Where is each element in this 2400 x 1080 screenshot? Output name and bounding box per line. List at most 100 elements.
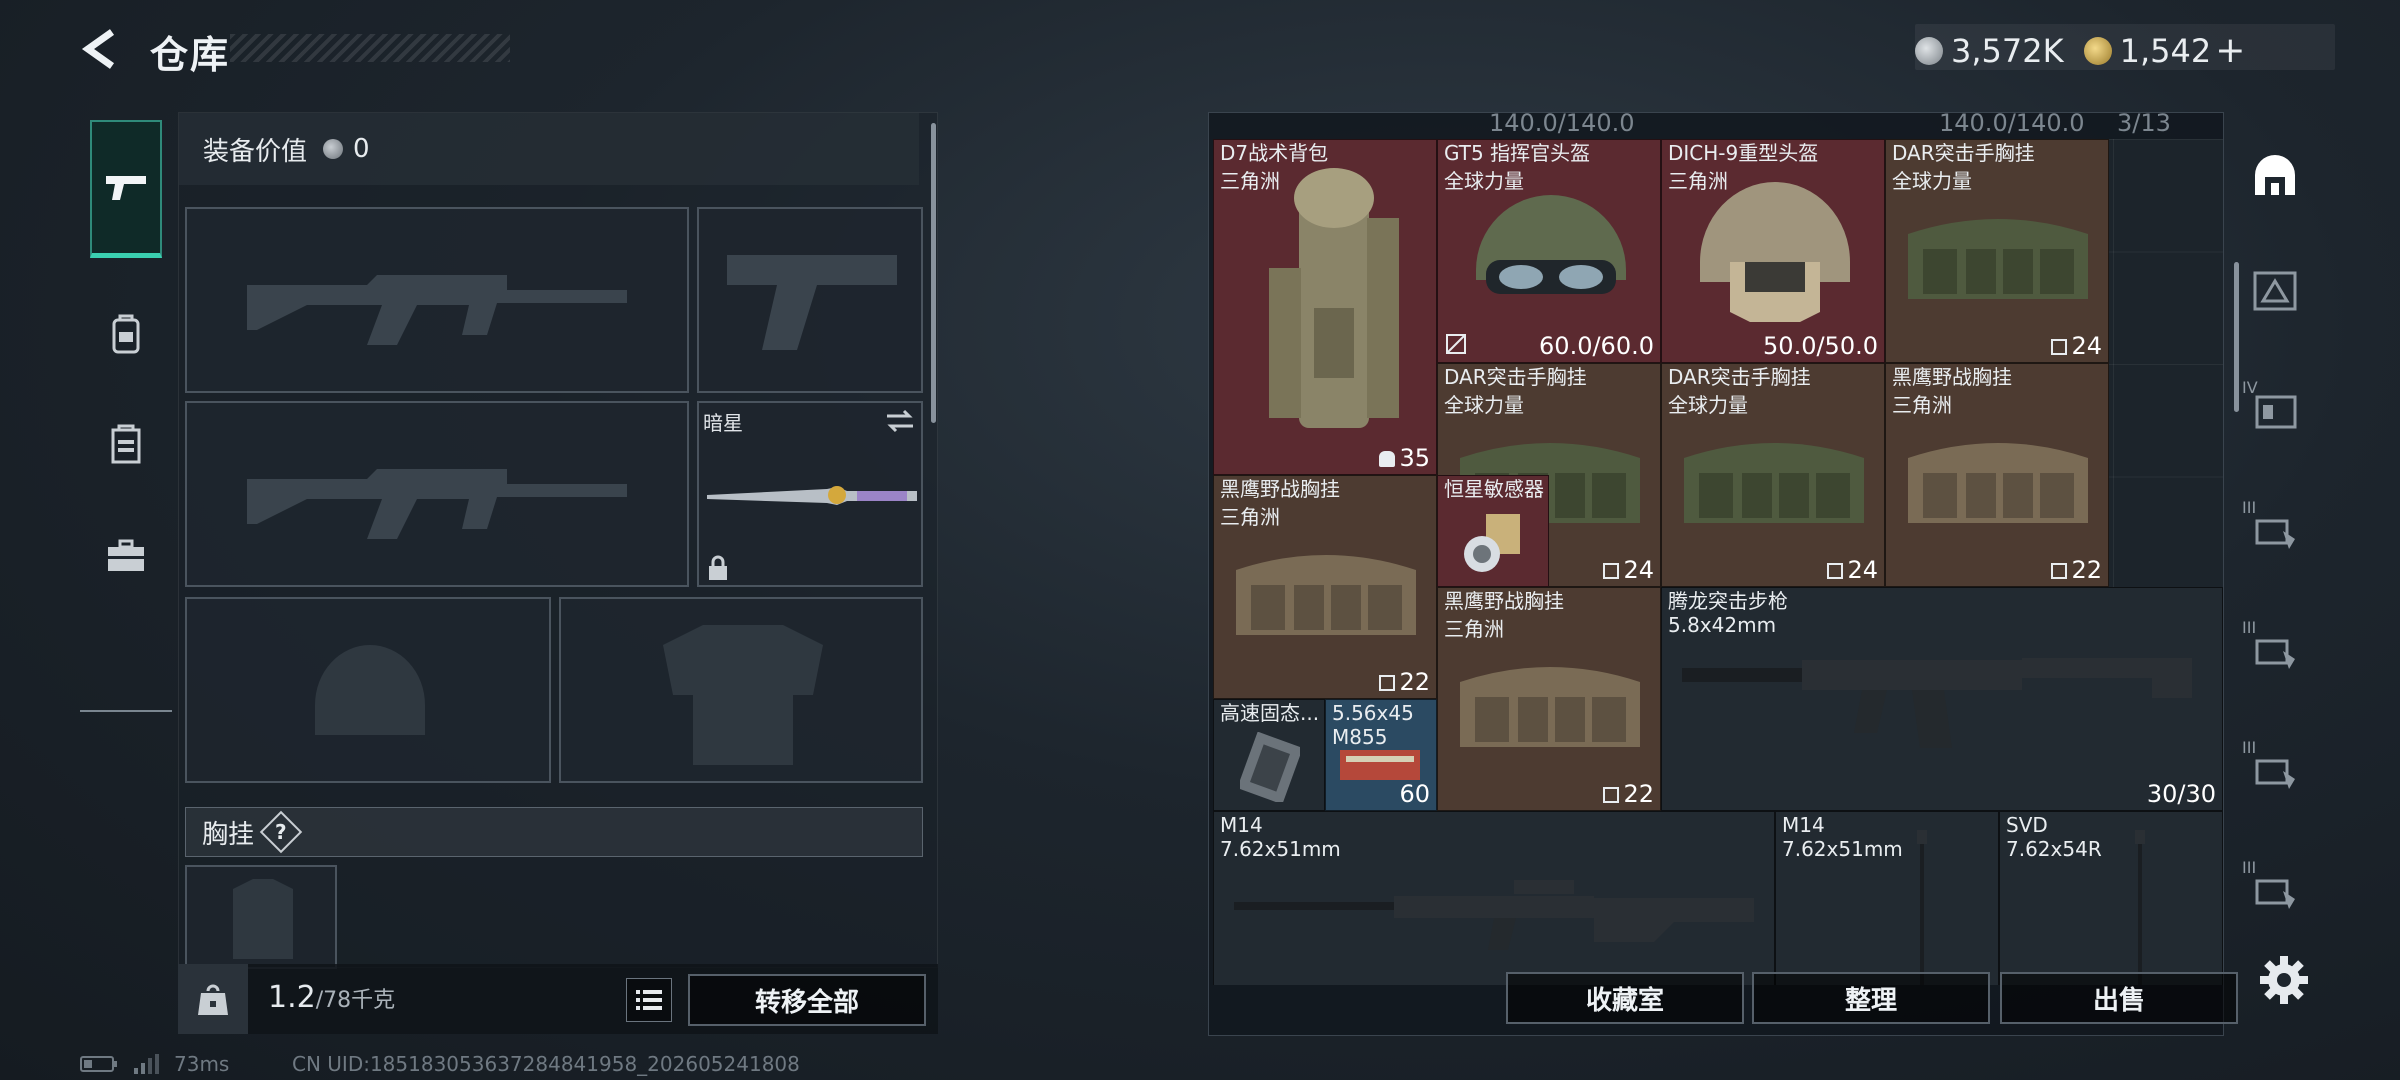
grid-header: 140.0/140.0 140.0/140.0 3/13 — [1209, 109, 2225, 139]
settings-button[interactable] — [2256, 952, 2312, 1008]
melee-slot[interactable]: 暗星 — [697, 401, 923, 587]
item-ammo-count: 30/30 — [2146, 780, 2216, 808]
help-button[interactable]: ? — [259, 810, 303, 854]
capacity-icon — [2051, 563, 2068, 579]
help-icon: ? — [275, 819, 287, 844]
filter-tab-tier[interactable] — [2242, 258, 2308, 324]
filter-tab-tier[interactable]: III — [2242, 618, 2308, 684]
item-name: 黑鹰野战胸挂 — [1220, 477, 1340, 501]
collection-room-button[interactable]: 收藏室 — [1506, 972, 1744, 1024]
body-armor-slot[interactable] — [559, 597, 923, 783]
battery-icon — [80, 1056, 117, 1072]
chest-rig-slot[interactable] — [185, 865, 337, 969]
item-count: 22 — [2051, 556, 2102, 584]
grid-item[interactable]: 黑鹰野战胸挂 三角洲 22 — [1213, 475, 1437, 699]
item-subtitle: 全球力量 — [1892, 169, 1972, 193]
sort-button[interactable]: 整理 — [1752, 972, 1990, 1024]
back-button[interactable] — [78, 26, 124, 72]
currency-bar: 3,572K 1,542 + — [1915, 24, 2335, 71]
filter-tab-tier[interactable]: III — [2242, 738, 2308, 804]
item-subtitle: 全球力量 — [1444, 393, 1524, 417]
primary-weapon-slot-1[interactable] — [185, 207, 689, 393]
equipment-value-label: 装备价值 — [203, 136, 308, 167]
grid-item[interactable]: 恒星敏感器 — [1437, 475, 1549, 587]
melee-weapon-name: 暗星 — [703, 411, 743, 435]
item-count: 24 — [2051, 332, 2102, 360]
item-count: 22 — [1603, 780, 1654, 808]
grid-item[interactable]: 5.56x45 M855 60 — [1325, 699, 1437, 811]
title-decoration — [230, 34, 510, 62]
pistol-silhouette-icon — [727, 255, 897, 350]
filter-tab-tier[interactable]: III — [2242, 498, 2308, 564]
knife-icon — [707, 486, 917, 505]
chest-rig-icon — [1684, 443, 1864, 523]
chest-rig-icon — [1908, 443, 2088, 523]
rifle-icon — [1234, 880, 1754, 950]
item-durability: 50.0/50.0 — [1763, 332, 1878, 360]
sidearm-slot[interactable] — [697, 207, 923, 393]
chest-rig-silhouette-icon — [233, 879, 293, 959]
capacity-icon — [1603, 563, 1620, 579]
grid-item[interactable]: D7战术背包 三角洲 35 — [1213, 139, 1437, 475]
chevron-left-icon — [81, 29, 115, 69]
sell-button[interactable]: 出售 — [2000, 972, 2238, 1024]
item-subtitle: 三角洲 — [1220, 505, 1280, 529]
grid-item[interactable]: 黑鹰野战胸挂 三角洲 22 — [1437, 587, 1661, 811]
grid-item[interactable]: M14 7.62x51mm — [1213, 811, 1775, 985]
item-subtitle: 三角洲 — [1892, 393, 1952, 417]
nav-tab-weapons[interactable] — [90, 120, 162, 258]
chest-rig-icon — [1908, 219, 2088, 299]
grid-item[interactable]: SVD 7.62x54R — [1999, 811, 2223, 985]
grid-item[interactable]: M14 7.62x51mm — [1775, 811, 1999, 985]
item-name: DAR突击手胸挂 — [1668, 365, 1811, 389]
chest-rig-icon — [1460, 667, 1640, 747]
add-currency-button[interactable]: + — [2215, 30, 2245, 71]
item-name: 高速固态... — [1220, 701, 1320, 725]
tier-label: III — [2242, 618, 2257, 637]
tier-tab-icon — [2255, 879, 2295, 909]
item-count: 24 — [1603, 556, 1654, 584]
tier-label: III — [2242, 498, 2257, 517]
backpack-icon — [1269, 168, 1399, 428]
status-bar: 73ms — [80, 1052, 229, 1076]
item-name: GT5 指挥官头盔 — [1444, 141, 1591, 165]
helmet-slot[interactable] — [185, 597, 551, 783]
grid-item[interactable]: DAR突击手胸挂 全球力量 24 — [1885, 139, 2109, 363]
page-title: 仓库 — [150, 33, 231, 77]
helmet-icon — [1476, 195, 1626, 294]
item-name: DAR突击手胸挂 — [1444, 365, 1587, 389]
chest-rig-icon — [1236, 555, 1416, 635]
grid-item[interactable]: 高速固态... — [1213, 699, 1325, 811]
primary-weapon-slot-2[interactable] — [185, 401, 689, 587]
silver-coin-icon — [323, 139, 344, 159]
grid-item[interactable]: DICH-9重型头盔 三角洲 50.0/50.0 — [1661, 139, 1885, 363]
filter-tab-tier[interactable]: IV — [2242, 378, 2308, 444]
list-view-button[interactable] — [626, 978, 672, 1022]
item-name: 恒星敏感器 — [1444, 477, 1544, 501]
rifle-icon — [1682, 658, 2192, 748]
grid-item[interactable]: GT5 指挥官头盔 全球力量 60.0/60.0 — [1437, 139, 1661, 363]
ping-value: 73ms — [174, 1052, 230, 1076]
grid-item[interactable]: 黑鹰野战胸挂 三角洲 22 — [1885, 363, 2109, 587]
loadout-panel: 装备价值 0 暗星 胸挂 ? — [178, 112, 938, 969]
nav-tab-backpack[interactable] — [90, 298, 162, 370]
nav-tab-chest-rig[interactable] — [90, 408, 162, 480]
filter-tab-helmet[interactable] — [2242, 142, 2308, 208]
item-name: 黑鹰野战胸挂 — [1892, 365, 2012, 389]
assault-rifle-silhouette-icon — [247, 469, 627, 539]
transfer-all-button[interactable]: 转移全部 — [688, 974, 926, 1026]
swap-icon[interactable] — [885, 409, 915, 433]
nav-tab-safe-case[interactable] — [90, 520, 162, 592]
grid-item[interactable]: DAR突击手胸挂 全球力量 24 — [1661, 363, 1885, 587]
capacity-icon — [1827, 563, 1844, 579]
ammo-box-icon — [1340, 750, 1420, 780]
item-subtitle: 三角洲 — [1444, 617, 1504, 641]
equipment-value-bar: 装备价值 0 — [179, 113, 919, 185]
filter-tab-tier[interactable]: III — [2242, 858, 2308, 924]
tier-tab-icon — [2255, 639, 2295, 669]
scrollbar[interactable] — [931, 123, 936, 423]
grid-item[interactable]: 腾龙突击步枪 5.8x42mm 30/30 — [1661, 587, 2223, 811]
gear-icon — [2260, 956, 2308, 1004]
capacity-icon — [2051, 339, 2068, 355]
item-subtitle: 5.8x42mm — [1668, 613, 1777, 637]
